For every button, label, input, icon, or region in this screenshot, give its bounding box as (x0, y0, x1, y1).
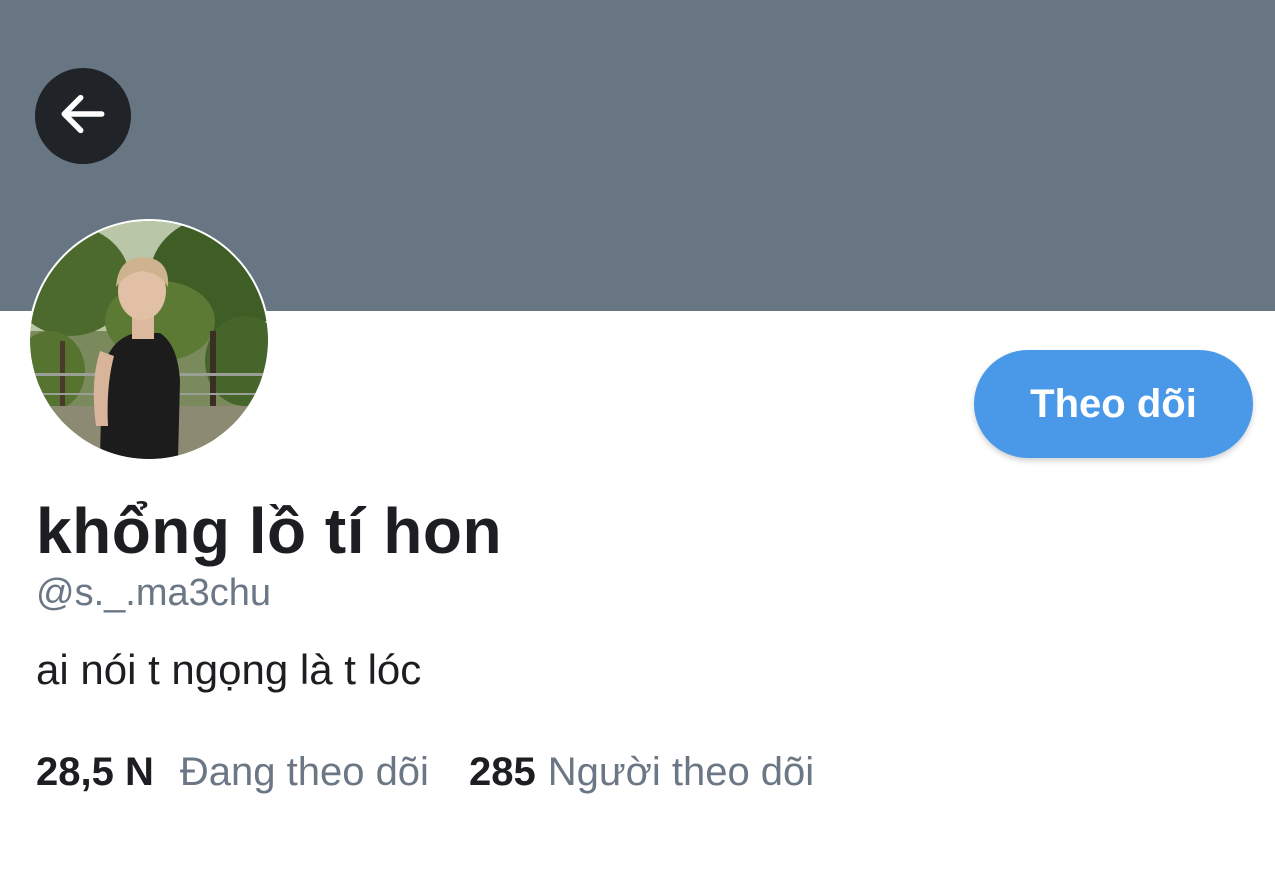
following-stat[interactable]: 28,5 N Đang theo dõi (36, 750, 429, 795)
profile-stats: 28,5 N Đang theo dõi 285 Người theo dõi (36, 750, 814, 795)
avatar[interactable] (28, 219, 270, 461)
display-name: khổng lồ tí hon (36, 495, 503, 567)
followers-stat[interactable]: 285 Người theo dõi (469, 750, 814, 795)
followers-label: Người theo dõi (547, 750, 815, 794)
back-button[interactable] (35, 68, 131, 164)
followers-count: 285 (468, 750, 536, 794)
arrow-left-icon (55, 86, 111, 147)
handle: @s._.ma3chu (36, 572, 272, 614)
bio: ai nói t ngọng là t lóc (36, 646, 422, 693)
follow-button-label: Theo dõi (1030, 381, 1197, 426)
following-label: Đang theo dõi (179, 750, 429, 794)
follow-button[interactable]: Theo dõi (974, 350, 1253, 458)
following-count: 28,5 N (36, 750, 154, 794)
